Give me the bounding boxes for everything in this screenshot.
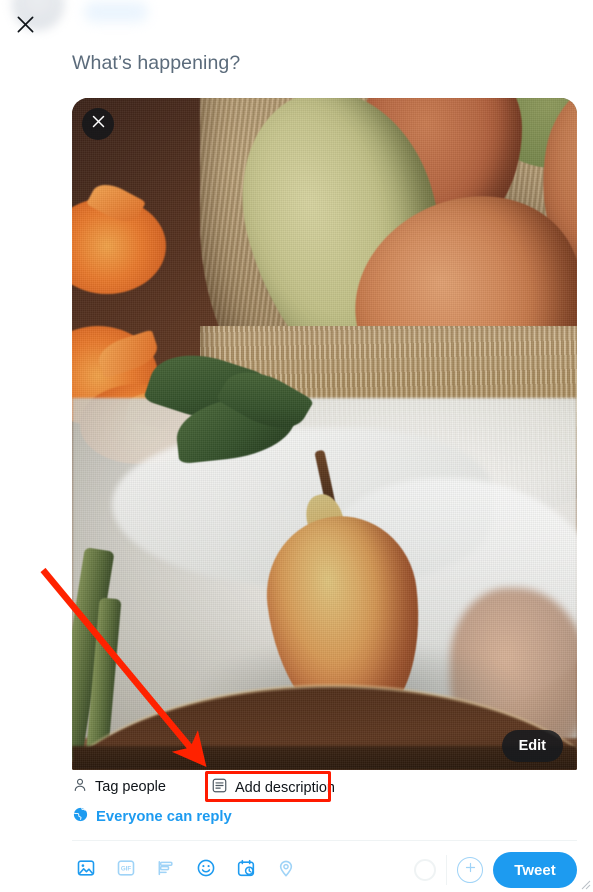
svg-text:GIF: GIF [121, 865, 131, 872]
close-icon [91, 114, 106, 134]
schedule-button[interactable] [230, 854, 262, 886]
reply-scope-label: Everyone can reply [96, 808, 232, 825]
close-compose-button[interactable] [8, 7, 42, 41]
alt-text-icon [211, 777, 228, 798]
poll-icon [156, 858, 176, 883]
tag-people-button[interactable]: Tag people [72, 777, 166, 797]
reply-scope-button[interactable]: Everyone can reply [72, 806, 232, 827]
poll-button[interactable] [150, 854, 182, 886]
add-description-button[interactable]: Add description [211, 777, 335, 798]
remove-media-button[interactable] [82, 108, 114, 140]
plus-icon [464, 861, 477, 879]
attached-photo [72, 98, 577, 770]
tweet-button[interactable]: Tweet [493, 852, 577, 888]
gif-button[interactable]: GIF [110, 854, 142, 886]
character-count-ring [414, 859, 436, 881]
emoji-button[interactable] [190, 854, 222, 886]
location-icon [276, 858, 296, 883]
schedule-icon [236, 858, 256, 883]
action-divider [446, 855, 447, 885]
add-tweet-button[interactable] [457, 857, 483, 883]
tweet-text-input[interactable]: What’s happening? [72, 52, 240, 75]
media-meta-row: Tag people Add description [72, 776, 577, 800]
compose-actions: Tweet [414, 852, 577, 888]
media-icon [76, 858, 96, 883]
toolbar-divider [72, 840, 577, 841]
tag-people-label: Tag people [95, 779, 166, 795]
emoji-icon [196, 858, 216, 883]
media-upload-button[interactable] [70, 854, 102, 886]
gif-icon: GIF [116, 858, 136, 883]
drafts-button-ghost[interactable] [84, 2, 148, 22]
location-button[interactable] [270, 854, 302, 886]
globe-icon [72, 806, 89, 827]
compose-toolbar: GIF Tweet [0, 848, 593, 892]
add-description-label: Add description [235, 779, 335, 796]
compose-tweet-screen: What’s happening? Edit Tag people Add de… [0, 0, 593, 892]
edit-media-button[interactable]: Edit [501, 730, 563, 762]
person-icon [72, 777, 88, 797]
media-preview-card[interactable]: Edit [72, 98, 577, 770]
compose-tool-icons: GIF [70, 854, 302, 886]
compose-header [0, 0, 593, 46]
close-icon [16, 15, 35, 34]
